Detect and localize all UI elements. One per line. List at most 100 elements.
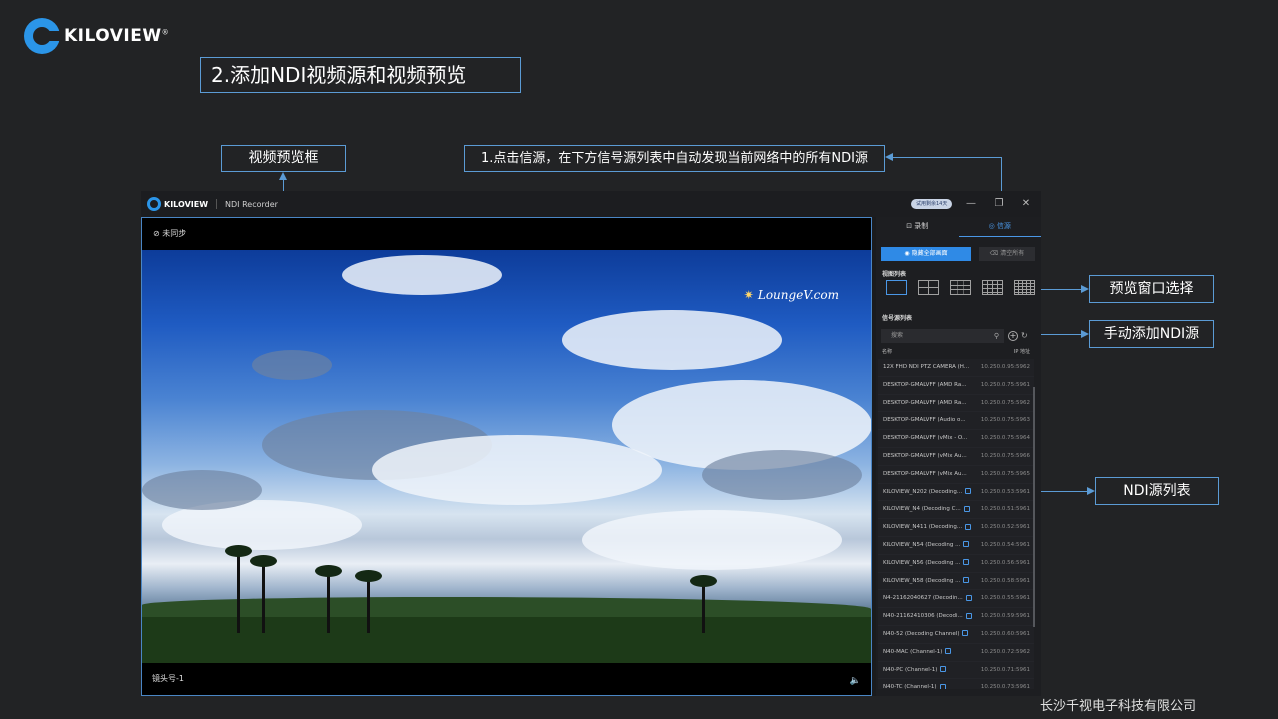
source-name: KILOVIEW_N54 (Decoding ...: [883, 541, 961, 548]
layout-2x2-icon[interactable]: [918, 280, 939, 295]
source-name: N40-52 (Decoding Channel): [883, 630, 960, 637]
source-row[interactable]: KILOVIEW_N411 (Decoding... 10.250.0.52:59…: [878, 519, 1034, 537]
source-row[interactable]: KILOVIEW_N54 (Decoding ... 10.250.0.54:59…: [878, 536, 1034, 555]
source-list-label: 信号源列表: [882, 315, 913, 322]
side-panel: ⊡ 录制 ◎ 信源 ◉ 隐藏全部画面 ⌫ 清空所有 视图列表 信号源列表 搜索 …: [876, 217, 1041, 696]
source-row[interactable]: N40-MAC (Channel-1) 10.250.0.72:5962: [878, 643, 1034, 662]
cloud: [702, 450, 862, 500]
source-row[interactable]: DESKTOP-GMALVFF (Audio o... 10.250.0.75:5…: [878, 412, 1034, 431]
decoder-badge-icon: [939, 683, 946, 689]
cloud: [252, 350, 332, 380]
cloud: [342, 255, 502, 295]
video-frame[interactable]: ✷ LoungeV.com: [142, 250, 871, 663]
source-name: DESKTOP-GMALVFF (AMD Ra...: [883, 399, 967, 406]
source-row[interactable]: N4-21162040627 (Decodin... 10.250.0.55:59…: [878, 590, 1034, 609]
source-ip: 10.250.0.58:5961: [980, 577, 1030, 584]
source-row[interactable]: N40-52 (Decoding Channel) 10.250.0.60:596…: [878, 625, 1034, 644]
source-ip: 10.250.0.73:5961: [980, 684, 1030, 689]
source-ip: 10.250.0.75:5966: [980, 452, 1030, 459]
palm-tree: [315, 565, 342, 633]
close-button[interactable]: ✕: [1018, 196, 1034, 212]
brand-name: KILOVIEW®: [64, 26, 170, 46]
trial-badge: 试用剩余14天: [911, 199, 953, 209]
minimize-button[interactable]: —: [963, 196, 979, 212]
source-row[interactable]: 12X FHD NDI PTZ CAMERA (H... 10.250.0.95:…: [878, 359, 1034, 377]
source-ip: 10.250.0.53:5961: [980, 488, 1030, 495]
layout-4x4-icon[interactable]: [982, 280, 1003, 295]
panel-tabs: ⊡ 录制 ◎ 信源: [876, 217, 1041, 237]
source-row[interactable]: N40-TC (Channel-1) 10.250.0.73:5961: [878, 679, 1034, 689]
source-name: N40-21162410306 (Decodi...: [883, 613, 963, 620]
source-ip: 10.250.0.75:5965: [980, 470, 1030, 477]
search-input[interactable]: 搜索 ⚲: [881, 329, 1004, 343]
source-name: N40-MAC (Channel-1): [883, 648, 943, 655]
tab-record[interactable]: ⊡ 录制: [876, 217, 959, 237]
channel-label: 镜头号-1: [152, 674, 184, 683]
decoder-badge-icon: [963, 505, 970, 512]
scrollbar[interactable]: [1033, 387, 1035, 627]
layout-5x5-icon[interactable]: [1014, 280, 1035, 295]
source-name: DESKTOP-GMALVFF (AMD Ra...: [883, 381, 967, 388]
video-preview-frame[interactable]: ⊘ 未同步 ✷ LoungeV.com 镜头号-1 🔈: [141, 217, 872, 696]
decoder-badge-icon: [965, 523, 972, 530]
add-source-icon[interactable]: +: [1008, 331, 1018, 341]
callout-source-tab: 1.点击信源，在下方信号源列表中自动发现当前网络中的所有NDI源: [464, 145, 885, 172]
app-logo: KILOVIEW: [147, 197, 208, 211]
connector-list-arrow: [1087, 487, 1095, 495]
source-row[interactable]: KILOVIEW_N56 (Decoding ... 10.250.0.56:59…: [878, 554, 1034, 573]
volume-icon[interactable]: 🔈: [850, 676, 861, 686]
source-name: 12X FHD NDI PTZ CAMERA (H...: [883, 364, 970, 370]
col-name: 名称: [882, 349, 893, 355]
source-ip: 10.250.0.71:5961: [980, 666, 1030, 673]
source-ip: 10.250.0.55:5961: [980, 595, 1030, 602]
record-icon: ⊡: [906, 222, 913, 230]
source-icon: ◎: [988, 222, 995, 230]
action-buttons: ◉ 隐藏全部画面 ⌫ 清空所有: [881, 247, 1035, 261]
restore-button[interactable]: ❐: [991, 196, 1007, 212]
source-row[interactable]: DESKTOP-GMALVFF (AMD Ra... 10.250.0.75:59…: [878, 394, 1034, 413]
connector-source-h: [893, 157, 1001, 158]
source-ip: 10.250.0.75:5961: [980, 381, 1030, 388]
source-row[interactable]: DESKTOP-GMALVFF (vMix - O... 10.250.0.75:…: [878, 430, 1034, 448]
source-row[interactable]: DESKTOP-GMALVFF (AMD Ra... 10.250.0.75:59…: [878, 376, 1034, 395]
source-row[interactable]: N40-21162410306 (Decodi... 10.250.0.59:59…: [878, 608, 1034, 626]
source-row[interactable]: KILOVIEW_N4 (Decoding C... 10.250.0.51:59…: [878, 501, 1034, 520]
company-name: 长沙千视电子科技有限公司: [1040, 699, 1197, 714]
palm-tree: [225, 545, 252, 633]
decoder-badge-icon: [963, 541, 970, 548]
source-ip: 10.250.0.60:5961: [980, 630, 1030, 637]
palm-tree: [250, 555, 277, 633]
callout-window-select: 预览窗口选择: [1089, 275, 1214, 303]
source-name: N40-PC (Channel-1): [883, 666, 938, 673]
layout-1x1-icon[interactable]: [886, 280, 907, 295]
sync-status: ⊘ 未同步: [153, 229, 187, 238]
cloud: [562, 310, 782, 370]
source-row[interactable]: N40-PC (Channel-1) 10.250.0.71:5961: [878, 661, 1034, 680]
layout-3x3-icon[interactable]: [950, 280, 971, 295]
source-row[interactable]: KILOVIEW_N202 (Decoding... 10.250.0.53:59…: [878, 483, 1034, 502]
ndi-source-list: 12X FHD NDI PTZ CAMERA (H... 10.250.0.95:…: [878, 359, 1034, 689]
tab-source[interactable]: ◎ 信源: [958, 217, 1041, 237]
source-ip: 10.250.0.52:5961: [980, 524, 1030, 531]
refresh-icon[interactable]: ↻: [1021, 331, 1028, 340]
decoder-badge-icon: [963, 559, 970, 566]
decoder-badge-icon: [965, 594, 972, 601]
source-row[interactable]: KILOVIEW_N58 (Decoding ... 10.250.0.58:59…: [878, 572, 1034, 591]
cloud: [582, 510, 842, 570]
cloud: [372, 435, 662, 505]
clear-all-button[interactable]: ⌫ 清空所有: [979, 247, 1035, 261]
source-name: N4-21162040627 (Decodin...: [883, 595, 963, 602]
connector-preview-arrow: [279, 172, 287, 180]
source-ip: 10.250.0.72:5962: [980, 648, 1030, 655]
app-logo-icon: [147, 197, 161, 211]
palm-tree: [355, 570, 382, 633]
kiloview-logo-icon: [24, 18, 62, 54]
source-row[interactable]: DESKTOP-GMALVFF (vMix Au... 10.250.0.75:5…: [878, 465, 1034, 484]
source-name: KILOVIEW_N411 (Decoding...: [883, 524, 963, 531]
decoder-badge-icon: [945, 648, 952, 655]
watermark: ✷ LoungeV.com: [743, 288, 839, 302]
callout-source-list: NDI源列表: [1095, 477, 1219, 505]
hide-all-button[interactable]: ◉ 隐藏全部画面: [881, 247, 971, 261]
kiloview-logo: KILOVIEW®: [24, 18, 169, 54]
source-row[interactable]: DESKTOP-GMALVFF (vMix Au... 10.250.0.75:5…: [878, 447, 1034, 466]
